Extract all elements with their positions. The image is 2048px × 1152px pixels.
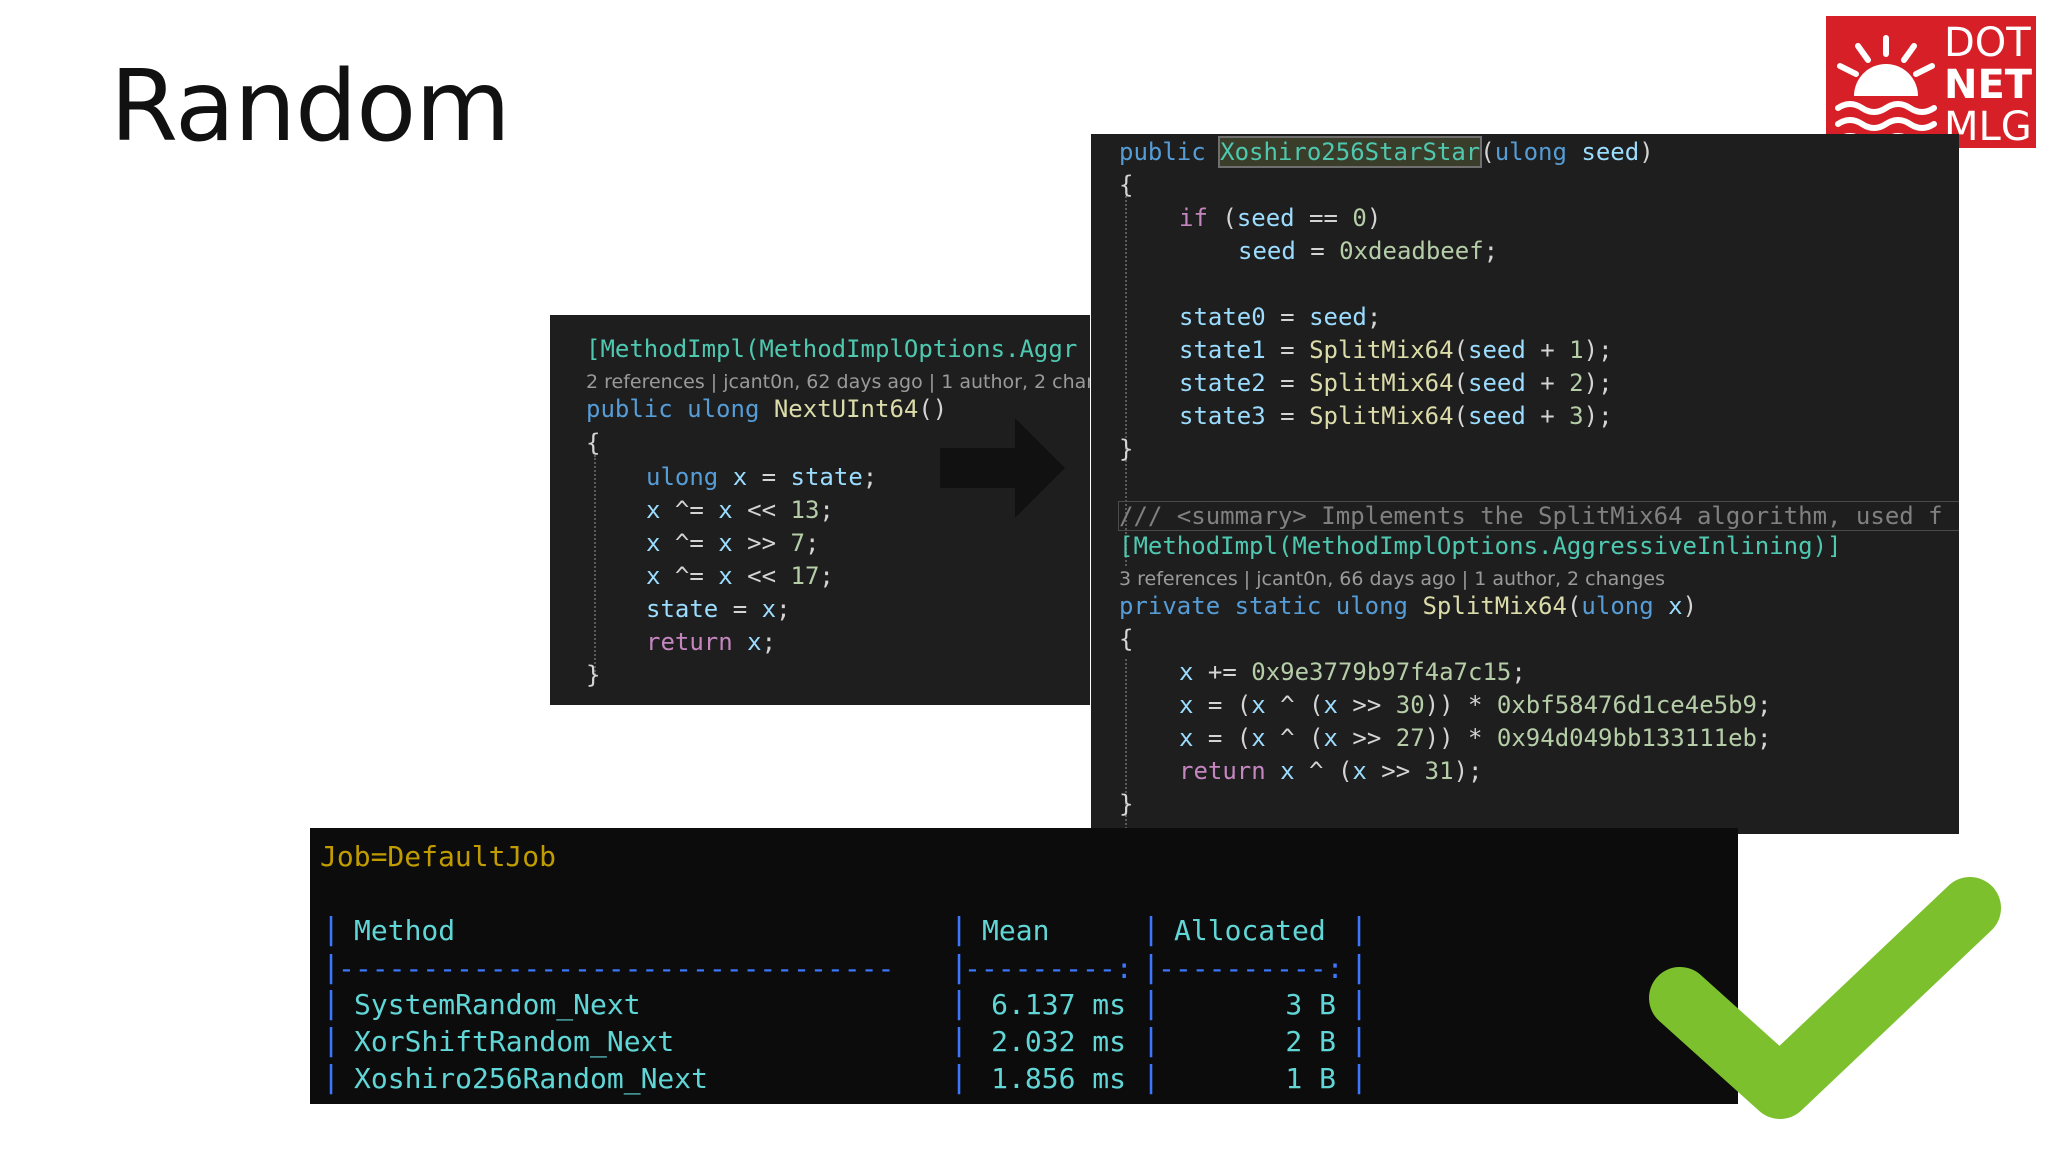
code-line: state1 = SplitMix64(seed + 1); [1179,336,1613,364]
summary-comment: /// <summary> Implements the SplitMix64 … [1118,501,1959,531]
code-line: return x; [646,628,777,656]
table-border: | [1142,1023,1161,1058]
code-line: state = x; [646,595,791,623]
table-border: | [1350,1060,1369,1095]
table-border: | [322,1060,341,1095]
sun-waves-logo-icon [1835,35,1937,147]
separator-mean: ---------: [964,952,1133,985]
code-line: x = (x ^ (x >> 30)) * 0xbf58476d1ce4e5b9… [1179,691,1772,719]
cell-mean: 2.032 ms [991,1025,1126,1058]
table-border: | [950,1023,969,1058]
table-border: | [1142,1060,1161,1095]
table-border: | [1350,986,1369,1021]
cell-method: SystemRandom_Next [354,988,641,1021]
table-border: | [950,1060,969,1095]
table-border: | [1350,950,1369,985]
close-brace: } [1119,790,1134,818]
table-border: | [322,1023,341,1058]
job-label: Job=DefaultJob [320,840,557,873]
constructor-signature: public Xoshiro256StarStar(ulong seed) [1119,136,1654,168]
slide-title: Random [110,50,511,164]
method-attribute: [MethodImpl(MethodImplOptions.Aggr [586,335,1078,363]
method-signature: private static ulong SplitMix64(ulong x) [1119,592,1698,620]
code-line: seed = 0xdeadbeef; [1238,237,1499,265]
code-line: x += 0x9e3779b97f4a7c15; [1179,658,1526,686]
cell-mean: 6.137 ms [991,988,1126,1021]
code-line: x = (x ^ (x >> 27)) * 0x94d049bb133111eb… [1179,724,1772,752]
logo-line-dot: DOT [1944,20,2031,66]
method-signature: public ulong NextUInt64() [586,395,948,423]
column-header-mean: Mean [982,914,1050,947]
code-line: x ^= x >> 7; [646,529,820,557]
code-line: ulong x = state; [646,463,878,491]
table-border: | [1142,986,1161,1021]
logo-line-net: NET [1944,62,2033,108]
indent-guide [594,455,596,675]
open-brace: { [1119,625,1134,653]
column-header-allocated: Allocated [1174,914,1326,947]
cell-method: Xoshiro256Random_Next [354,1062,709,1095]
method-attribute: [MethodImpl(MethodImplOptions.Aggressive… [1119,532,1842,560]
cell-method: XorShiftRandom_Next [354,1025,675,1058]
codelens-info[interactable]: 2 references | jcant0n, 62 days ago | 1 … [586,371,1090,393]
right-arrow-icon [940,418,1065,518]
checkmark-icon [1649,877,2001,1119]
cell-allocated: 1 B [1285,1062,1336,1095]
table-border: | [950,912,969,947]
code-line: state3 = SplitMix64(seed + 3); [1179,402,1613,430]
codelens-info[interactable]: 3 references | jcant0n, 66 days ago | 1 … [1119,568,1665,590]
code-line: x ^= x << 17; [646,562,834,590]
open-brace: { [1119,171,1134,199]
table-border: | [322,912,341,947]
code-line: if (seed == 0) [1179,204,1382,232]
dotnet-mlg-logo: DOT NET MLG [1826,16,2036,148]
column-header-method: Method [354,914,456,947]
code-line: return x ^ (x >> 31); [1179,757,1483,785]
table-border: | [322,986,341,1021]
code-line: x ^= x << 13; [646,496,834,524]
separator-method: --------------------------------- [338,952,895,985]
table-border: | [1142,912,1161,947]
code-line: state0 = seed; [1179,303,1382,331]
table-border: | [1350,1023,1369,1058]
benchmark-results-terminal: Job=DefaultJob | Method | Mean | Allocat… [310,828,1738,1104]
cell-mean: 1.856 ms [991,1062,1126,1095]
code-line: state2 = SplitMix64(seed + 2); [1179,369,1613,397]
table-border: | [950,986,969,1021]
cell-allocated: 2 B [1285,1025,1336,1058]
table-border: | [1350,912,1369,947]
separator-allocated: ----------: [1158,952,1344,985]
open-brace: { [586,429,601,457]
code-panel-xoshiro: public Xoshiro256StarStar(ulong seed) { … [1091,134,1959,834]
close-brace: } [1119,435,1134,463]
cell-allocated: 3 B [1285,988,1336,1021]
close-brace: } [586,661,601,689]
